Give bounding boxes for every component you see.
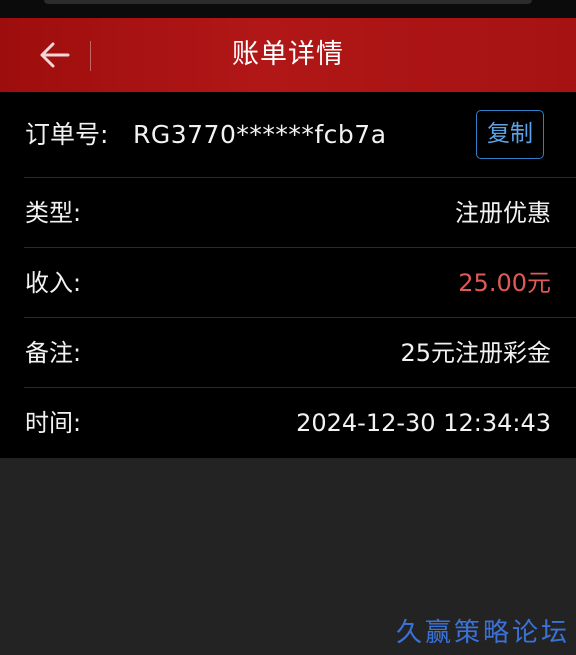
app-header: 账单详情	[0, 18, 576, 92]
type-label: 类型:	[25, 199, 82, 227]
forum-watermark: 久赢策略论坛	[395, 618, 570, 648]
status-bar-handle	[44, 0, 532, 4]
bill-detail-page: 账单详情 订单号: RG3770******fcb7a 复制 类型: 注册优惠 …	[0, 0, 576, 655]
income-label: 收入:	[25, 269, 82, 297]
remark-value: 25元注册彩金	[400, 339, 551, 367]
copy-button[interactable]: 复制	[476, 110, 544, 159]
page-title: 账单详情	[232, 39, 344, 70]
arrow-left-icon	[40, 42, 70, 68]
remark-row: 备注: 25元注册彩金	[0, 318, 576, 388]
bill-detail-card: 订单号: RG3770******fcb7a 复制 类型: 注册优惠 收入: 2…	[0, 92, 576, 458]
order-label: 订单号:	[25, 120, 109, 149]
income-row: 收入: 25.00元	[0, 248, 576, 318]
status-bar	[0, 0, 576, 18]
back-button[interactable]	[26, 34, 84, 76]
order-number: RG3770******fcb7a	[133, 120, 387, 149]
income-value: 25.00元	[458, 269, 551, 297]
type-value: 注册优惠	[455, 199, 551, 227]
header-divider	[90, 41, 91, 71]
remark-label: 备注:	[25, 339, 82, 367]
type-row: 类型: 注册优惠	[0, 178, 576, 248]
time-value: 2024-12-30 12:34:43	[296, 409, 551, 437]
order-row: 订单号: RG3770******fcb7a 复制	[0, 92, 576, 178]
time-label: 时间:	[25, 409, 82, 437]
time-row: 时间: 2024-12-30 12:34:43	[0, 388, 576, 458]
